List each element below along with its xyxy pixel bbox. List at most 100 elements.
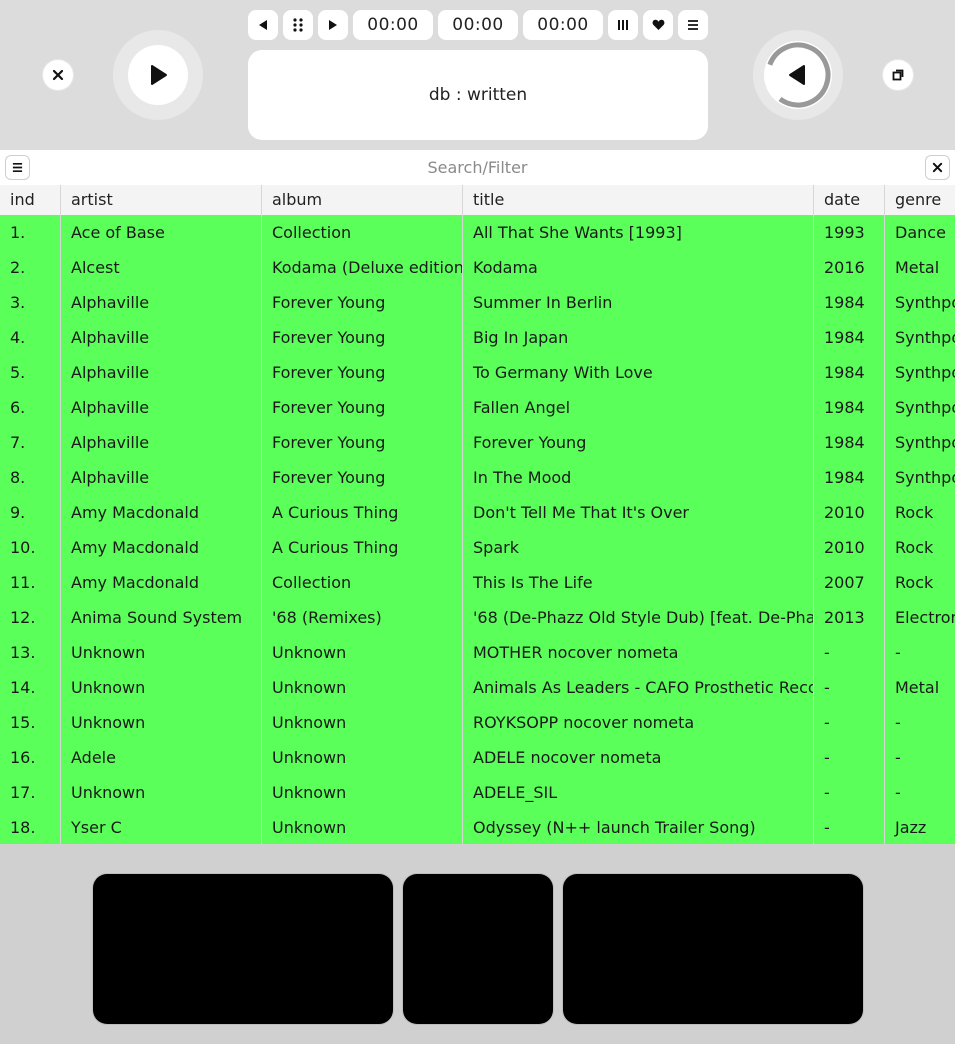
cell-ind: 2. (10, 258, 26, 277)
cell-date: 1984 (824, 328, 865, 347)
cell-date: - (824, 818, 830, 837)
cell-title: In The Mood (473, 468, 572, 487)
close-button[interactable] (43, 60, 73, 90)
cell-ind: 14. (10, 678, 36, 697)
column-divider[interactable] (813, 185, 814, 844)
column-divider[interactable] (261, 185, 262, 844)
table-row[interactable]: 2. Alcest Kodama (Deluxe edition) Kodama 201… (0, 250, 955, 285)
cell-date: 2016 (824, 258, 865, 277)
table-row[interactable]: 14. Unknown Unknown Animals As Leaders - CA… (0, 670, 955, 705)
cell-genre: Electronic (895, 608, 955, 627)
cell-genre: Rock (895, 503, 934, 522)
cell-title: '68 (De-Phazz Old Style Dub) [feat. De-P… (473, 608, 814, 627)
play-button[interactable] (113, 30, 203, 120)
cell-title: Big In Japan (473, 328, 569, 347)
cell-album: Forever Young (272, 328, 386, 347)
cell-artist: Alphaville (71, 468, 150, 487)
cell-album: Forever Young (272, 433, 386, 452)
cell-genre: Metal (895, 678, 940, 697)
cell-artist: Alphaville (71, 363, 150, 382)
cell-title: This Is The Life (473, 573, 593, 592)
restore-window-button[interactable] (883, 60, 913, 90)
drag-handle-button[interactable] (283, 10, 313, 40)
list-menu-button[interactable] (5, 155, 30, 180)
cell-genre: Rock (895, 538, 934, 557)
visualizer-panel-left (93, 874, 393, 1024)
search-bar (0, 150, 955, 185)
cell-date: 2010 (824, 538, 865, 557)
column-header-date[interactable]: date (814, 185, 885, 215)
cell-artist: Alphaville (71, 433, 150, 452)
table-row[interactable]: 4. Alphaville Forever Young Big In Japan 198… (0, 320, 955, 355)
cell-ind: 10. (10, 538, 36, 557)
cell-date: 1984 (824, 398, 865, 417)
search-input[interactable] (35, 150, 920, 185)
previous-button[interactable] (248, 10, 278, 40)
table-row[interactable]: 18. Yser C Unknown Odyssey (N++ launch Trai… (0, 810, 955, 844)
cell-date: 1984 (824, 468, 865, 487)
cell-title: Animals As Leaders - CAFO Prosthetic Rec… (473, 678, 814, 697)
table-row[interactable]: 6. Alphaville Forever Young Fallen Angel 198… (0, 390, 955, 425)
time-display-2: 00:00 (438, 10, 518, 40)
cell-genre: Synthpop (895, 433, 955, 452)
cell-album: Unknown (272, 748, 347, 767)
close-icon (932, 162, 943, 173)
cell-ind: 8. (10, 468, 26, 487)
cell-date: - (824, 713, 830, 732)
column-header-artist[interactable]: artist (61, 185, 262, 215)
column-divider[interactable] (60, 185, 61, 844)
table-row[interactable]: 16. Adele Unknown ADELE nocover nometa - - (0, 740, 955, 775)
cell-artist: Alphaville (71, 328, 150, 347)
table-row[interactable]: 8. Alphaville Forever Young In The Mood 1984… (0, 460, 955, 495)
cell-genre: Jazz (895, 818, 927, 837)
favorite-button[interactable] (643, 10, 673, 40)
cell-album: A Curious Thing (272, 538, 399, 557)
cell-ind: 15. (10, 713, 36, 732)
cell-title: Summer In Berlin (473, 293, 613, 312)
menu-button[interactable] (678, 10, 708, 40)
cell-date: 2013 (824, 608, 865, 627)
cell-artist: Unknown (71, 783, 146, 802)
cell-title: Odyssey (N++ launch Trailer Song) (473, 818, 756, 837)
menu-icon (688, 20, 698, 30)
table-row[interactable]: 13. Unknown Unknown MOTHER nocover nometa - - (0, 635, 955, 670)
table-row[interactable]: 12. Anima Sound System '68 (Remixes) '68 (D… (0, 600, 955, 635)
table-row[interactable]: 15. Unknown Unknown ROYKSOPP nocover nometa… (0, 705, 955, 740)
table-row[interactable]: 3. Alphaville Forever Young Summer In Berli… (0, 285, 955, 320)
track-table: ind artist album title date genre 1. Ace … (0, 185, 955, 844)
column-header-album[interactable]: album (262, 185, 463, 215)
column-divider[interactable] (884, 185, 885, 844)
cell-artist: Unknown (71, 678, 146, 697)
grip-icon (293, 18, 303, 32)
next-button[interactable] (318, 10, 348, 40)
table-row[interactable]: 17. Unknown Unknown ADELE_SIL - - (0, 775, 955, 810)
table-row[interactable]: 11. Amy Macdonald Collection This Is The Li… (0, 565, 955, 600)
column-header-title[interactable]: title (463, 185, 814, 215)
table-row[interactable]: 9. Amy Macdonald A Curious Thing Don't Tell… (0, 495, 955, 530)
cell-album: Unknown (272, 713, 347, 732)
cell-album: '68 (Remixes) (272, 608, 382, 627)
clear-search-button[interactable] (925, 155, 950, 180)
cell-ind: 6. (10, 398, 26, 417)
cell-album: Unknown (272, 818, 347, 837)
table-row[interactable]: 10. Amy Macdonald A Curious Thing Spark 2010… (0, 530, 955, 565)
table-row[interactable]: 5. Alphaville Forever Young To Germany With… (0, 355, 955, 390)
columns-button[interactable] (608, 10, 638, 40)
column-header-ind[interactable]: ind (0, 185, 61, 215)
column-header-genre[interactable]: genre (885, 185, 955, 215)
cell-ind: 4. (10, 328, 26, 347)
time-display-3: 00:00 (523, 10, 603, 40)
cell-genre: Synthpop (895, 328, 955, 347)
cell-artist: Adele (71, 748, 116, 767)
cell-genre: - (895, 643, 901, 662)
visualizer-panel-right (563, 874, 863, 1024)
table-row[interactable]: 1. Ace of Base Collection All That She Want… (0, 215, 955, 250)
status-display: db : written (248, 50, 708, 140)
cell-album: Unknown (272, 783, 347, 802)
table-row[interactable]: 7. Alphaville Forever Young Forever Young 19… (0, 425, 955, 460)
cell-album: Forever Young (272, 293, 386, 312)
column-divider[interactable] (462, 185, 463, 844)
back-button[interactable] (753, 30, 843, 120)
cell-artist: Yser C (71, 818, 122, 837)
cell-genre: - (895, 748, 901, 767)
